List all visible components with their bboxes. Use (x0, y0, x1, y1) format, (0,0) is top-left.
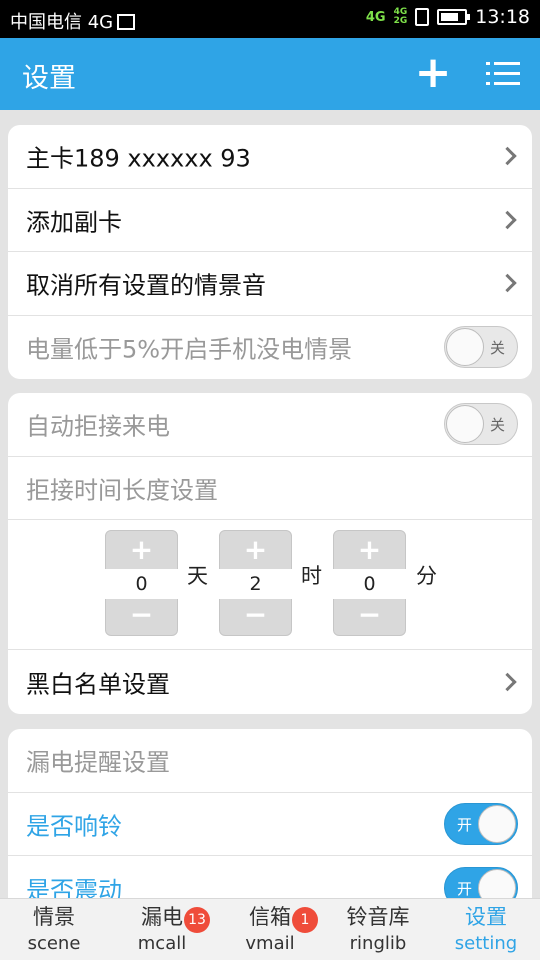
missed-call-header: 漏电提醒设置 (26, 748, 170, 777)
hours-unit: 时 (301, 564, 322, 588)
row-blacklist[interactable]: 黑白名单设置 (8, 650, 532, 714)
days-value[interactable]: 0 (102, 569, 181, 599)
add-sub-card-label: 添加副卡 (26, 208, 122, 237)
tab-scene[interactable]: 情景 scene (0, 903, 108, 957)
bottom-tab-bar: 情景 scene 漏电 mcall 13 信箱 vmail 1 铃音库 ring… (0, 898, 540, 960)
main-card-label: 主卡189 xxxxxx 93 (26, 144, 251, 173)
tab-setting[interactable]: 设置 setting (432, 903, 540, 957)
chevron-right-icon (498, 210, 517, 229)
row-missed-call-header: 漏电提醒设置 (8, 729, 532, 793)
minutes-value[interactable]: 0 (330, 569, 409, 599)
blacklist-label: 黑白名单设置 (26, 670, 170, 699)
toggle-state-label: 关 (489, 339, 505, 358)
screenshot-icon (117, 14, 136, 30)
tab-mcall[interactable]: 漏电 mcall 13 (108, 903, 216, 957)
toggle-state-label: 开 (457, 815, 473, 834)
days-plus-button[interactable]: + (106, 533, 177, 566)
card-reject: 自动拒接来电 关 拒接时间长度设置 + 0 − 天 + 2 − 时 + 0 − … (8, 393, 532, 714)
days-unit: 天 (187, 564, 208, 588)
list-menu-icon[interactable] (486, 60, 520, 88)
row-reject-duration: 拒接时间长度设置 (8, 457, 532, 520)
hours-picker: + 2 − (216, 530, 295, 636)
minutes-plus-button[interactable]: + (334, 533, 405, 566)
row-main-card[interactable]: 主卡189 xxxxxx 93 (8, 125, 532, 189)
low-battery-toggle[interactable]: 关 (444, 326, 518, 369)
sim-icon (415, 8, 430, 26)
battery-fill (441, 13, 458, 21)
app-bar: 设置 + (0, 38, 540, 110)
duration-pickers: + 0 − 天 + 2 − 时 + 0 − 分 (8, 520, 532, 650)
row-add-sub-card[interactable]: 添加副卡 (8, 189, 532, 252)
hours-minus-button[interactable]: − (220, 598, 291, 631)
reject-duration-label: 拒接时间长度设置 (26, 476, 218, 505)
auto-reject-toggle[interactable]: 关 (444, 403, 518, 446)
row-auto-reject: 自动拒接来电 关 (8, 393, 532, 457)
plus-icon[interactable]: + (410, 48, 456, 98)
card-missed-call: 漏电提醒设置 是否响铃 开 是否震动 开 (8, 729, 532, 909)
chevron-right-icon (498, 672, 517, 691)
status-bar: 中国电信 4G 4G 4G 2G 13:18 (0, 0, 540, 38)
battery-icon (437, 9, 471, 25)
toggle-state-label: 关 (489, 416, 505, 435)
tab-vmail[interactable]: 信箱 vmail 1 (216, 903, 324, 957)
toggle-knob (478, 804, 516, 843)
chevron-right-icon (498, 147, 517, 166)
page-title: 设置 (22, 63, 76, 94)
minutes-picker: + 0 − (330, 530, 409, 636)
card-sim: 主卡189 xxxxxx 93 添加副卡 取消所有设置的情景音 电量低于5%开启… (8, 125, 532, 379)
ring-label: 是否响铃 (26, 812, 122, 841)
hours-value[interactable]: 2 (216, 569, 295, 599)
row-low-battery: 电量低于5%开启手机没电情景 关 (8, 316, 532, 380)
vmail-badge: 1 (292, 907, 318, 933)
mcall-badge: 13 (184, 907, 210, 933)
row-cancel-all[interactable]: 取消所有设置的情景音 (8, 252, 532, 316)
minutes-minus-button[interactable]: − (334, 598, 405, 631)
days-picker: + 0 − (102, 530, 181, 636)
clock: 13:18 (475, 6, 530, 28)
minutes-unit: 分 (416, 564, 437, 588)
toggle-knob (446, 328, 484, 367)
chevron-right-icon (498, 274, 517, 293)
auto-reject-label: 自动拒接来电 (26, 412, 170, 441)
carrier-label: 中国电信 4G (10, 8, 136, 34)
cancel-all-label: 取消所有设置的情景音 (26, 271, 266, 300)
status-icons: 4G 4G 2G 13:18 (366, 6, 530, 28)
row-ring: 是否响铃 开 (8, 793, 532, 856)
days-minus-button[interactable]: − (106, 598, 177, 631)
tab-ringlib[interactable]: 铃音库 ringlib (324, 903, 432, 957)
toggle-knob (446, 405, 484, 444)
low-battery-label: 电量低于5%开启手机没电情景 (26, 335, 353, 364)
network-dual-icon: 4G 2G (393, 7, 408, 26)
network-4g-icon: 4G (365, 9, 386, 25)
toggle-state-label: 开 (457, 879, 473, 898)
hours-plus-button[interactable]: + (220, 533, 291, 566)
ring-toggle[interactable]: 开 (444, 802, 518, 845)
